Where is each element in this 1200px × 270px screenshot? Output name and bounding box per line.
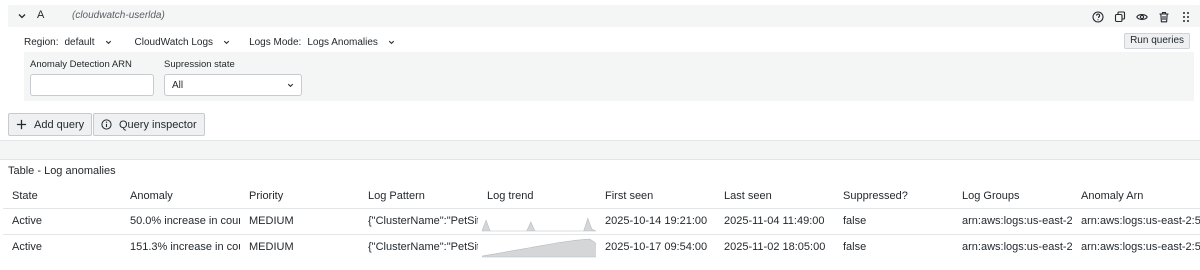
column-header[interactable]: Last seen bbox=[715, 184, 834, 208]
column-header[interactable]: Priority bbox=[240, 184, 359, 208]
column-header[interactable]: First seen bbox=[596, 184, 715, 208]
run-queries-button[interactable]: Run queries bbox=[1124, 33, 1190, 49]
query-inspector-button[interactable]: Query inspector bbox=[93, 113, 205, 136]
column-header[interactable]: Log Pattern bbox=[359, 184, 478, 208]
chevron-down-icon bbox=[223, 40, 230, 44]
trend-sparkline bbox=[482, 238, 596, 258]
query-options-row: Region: default CloudWatch Logs Logs Mod… bbox=[24, 35, 396, 49]
logs-mode-select[interactable]: Logs Anomalies bbox=[307, 37, 396, 48]
cell-priority: MEDIUM bbox=[240, 233, 359, 260]
cell-trend bbox=[478, 207, 596, 234]
plus-icon bbox=[16, 119, 27, 130]
suppression-select[interactable]: All bbox=[164, 74, 302, 96]
column-header[interactable]: State bbox=[3, 184, 121, 208]
cell-anomaly-arn: arn:aws:logs:us-east-2:5 bbox=[1072, 233, 1200, 260]
cell-last-seen: 2025-11-04 11:49:00 bbox=[715, 207, 834, 234]
logs-mode-value: Logs Anomalies bbox=[307, 36, 378, 48]
cell-pattern: {"ClusterName":"PetSite" bbox=[359, 207, 478, 234]
service-select[interactable]: CloudWatch Logs bbox=[135, 37, 232, 48]
info-icon bbox=[101, 119, 112, 130]
cell-log-groups: arn:aws:logs:us-east-2:5 bbox=[953, 207, 1072, 234]
cell-log-groups: arn:aws:logs:us-east-2:5 bbox=[953, 233, 1072, 260]
suppression-field-label: Supression state bbox=[164, 59, 235, 70]
column-header[interactable]: Anomaly bbox=[121, 184, 240, 208]
arn-field-label: Anomaly Detection ARN bbox=[30, 59, 132, 70]
sparkline-area bbox=[482, 217, 596, 232]
cell-anomaly: 50.0% increase in count of log pattern bbox=[121, 207, 240, 234]
column-header[interactable]: Suppressed? bbox=[834, 184, 953, 208]
cell-priority: MEDIUM bbox=[240, 207, 359, 234]
cell-state: Active bbox=[3, 207, 121, 234]
drag-handle-icon[interactable] bbox=[1177, 8, 1194, 25]
query-row-header[interactable]: A (cloudwatch-userlda) bbox=[8, 5, 1200, 27]
chevron-down-icon bbox=[388, 40, 395, 44]
cell-first-seen: 2025-10-14 19:21:00 bbox=[596, 207, 715, 234]
region-value: default bbox=[64, 36, 95, 48]
help-icon[interactable] bbox=[1089, 8, 1106, 25]
table-row[interactable]: Active 151.3% increase in count of log p… bbox=[3, 233, 1200, 260]
trash-icon[interactable] bbox=[1155, 8, 1172, 25]
cell-anomaly: 151.3% increase in count of log pattern bbox=[121, 233, 240, 260]
chevron-down-icon bbox=[287, 83, 294, 88]
eye-icon[interactable] bbox=[1133, 8, 1150, 25]
cell-first-seen: 2025-10-17 09:54:00 bbox=[596, 233, 715, 260]
arn-input[interactable] bbox=[30, 74, 154, 96]
query-ref-id[interactable]: A bbox=[37, 9, 44, 21]
add-query-label: Add query bbox=[34, 118, 85, 131]
panel-title: Table - Log anomalies bbox=[8, 165, 116, 177]
trend-sparkline bbox=[482, 217, 596, 232]
cell-suppressed: false bbox=[834, 207, 953, 234]
chevron-down-icon[interactable] bbox=[16, 10, 28, 22]
table-row[interactable]: Active 50.0% increase in count of log pa… bbox=[3, 207, 1200, 234]
table-header-row: State Anomaly Priority Log Pattern Log t… bbox=[3, 184, 1200, 208]
duplicate-icon[interactable] bbox=[1111, 8, 1128, 25]
cell-suppressed: false bbox=[834, 233, 953, 260]
chevron-down-icon bbox=[105, 40, 111, 44]
service-value: CloudWatch Logs bbox=[134, 36, 214, 48]
query-editor-panel: A (cloudwatch-userlda) Region: default C… bbox=[0, 0, 1200, 141]
logs-mode-label: Logs Mode: bbox=[249, 36, 302, 48]
suppression-value: All bbox=[172, 80, 184, 91]
query-row-actions bbox=[1089, 8, 1194, 25]
anomaly-filters: Anomaly Detection ARN Supression state A… bbox=[24, 52, 1194, 101]
add-query-button[interactable]: Add query bbox=[8, 113, 93, 136]
cell-anomaly-arn: arn:aws:logs:us-east-2:5 bbox=[1072, 207, 1200, 234]
query-datasource-name: (cloudwatch-userlda) bbox=[72, 10, 165, 21]
column-header[interactable]: Log trend bbox=[478, 184, 596, 208]
query-inspector-label: Query inspector bbox=[119, 118, 197, 131]
table-panel: Table - Log anomalies State Anomaly Prio… bbox=[0, 159, 1200, 270]
sparkline-area bbox=[482, 238, 596, 258]
cell-state: Active bbox=[3, 233, 121, 260]
cell-trend bbox=[478, 233, 596, 260]
region-label: Region: bbox=[24, 36, 59, 48]
cell-last-seen: 2025-11-02 18:05:00 bbox=[715, 233, 834, 260]
column-header[interactable]: Anomaly Arn bbox=[1072, 184, 1200, 208]
anomalies-table: State Anomaly Priority Log Pattern Log t… bbox=[3, 184, 1200, 260]
region-select[interactable]: default bbox=[64, 37, 112, 48]
cell-pattern: {"ClusterName":"PetSite" bbox=[359, 233, 478, 260]
column-header[interactable]: Log Groups bbox=[953, 184, 1072, 208]
